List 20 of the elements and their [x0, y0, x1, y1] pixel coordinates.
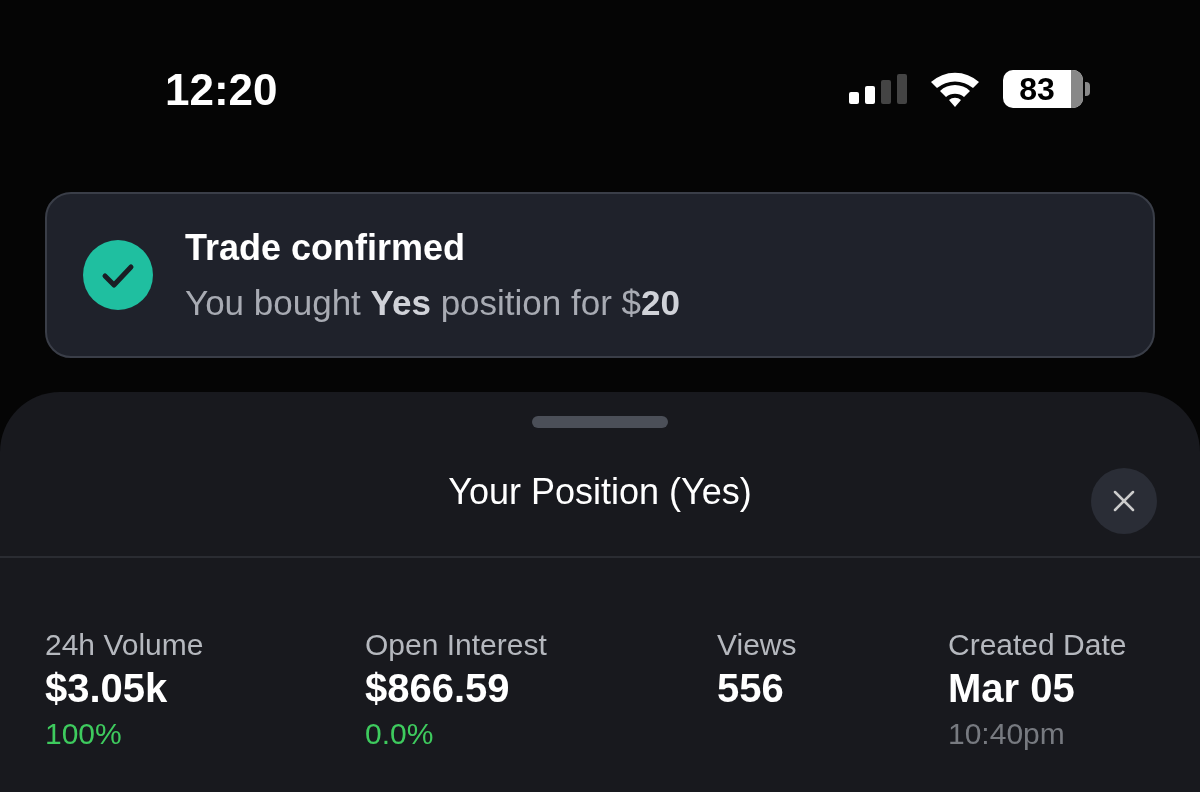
stat-change: 100% [45, 717, 122, 751]
stat-change: 0.0% [365, 717, 434, 751]
toast-title: Trade confirmed [185, 227, 467, 269]
stat-label: Views [717, 628, 797, 662]
stat-label: 24h Volume [45, 628, 204, 662]
stat-label: Created Date [948, 628, 1127, 662]
stat-value: $866.59 [365, 666, 510, 711]
clock-time: 12:20 [165, 65, 278, 115]
drag-handle[interactable] [532, 416, 668, 428]
stat-label: Open Interest [365, 628, 547, 662]
close-icon [1113, 490, 1135, 512]
check-icon [83, 240, 153, 310]
toast-message: You bought Yes position for $20 [185, 283, 680, 323]
sheet-title: Your Position (Yes) [448, 471, 752, 513]
stat-value: 556 [717, 666, 784, 711]
stat-value: Mar 05 [948, 666, 1075, 711]
stat-time: 10:40pm [948, 717, 1065, 751]
wifi-icon [929, 70, 981, 108]
stat-value: $3.05k [45, 666, 168, 711]
signal-icon [849, 74, 907, 104]
